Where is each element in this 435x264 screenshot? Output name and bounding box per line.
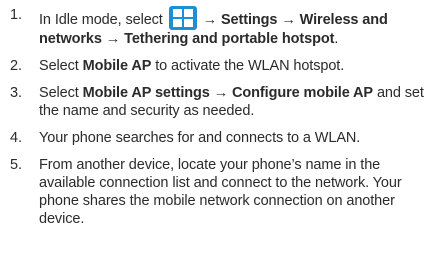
step-text: From another device, locate your phone’s…: [39, 157, 402, 227]
step-5: 5. From another device, locate your phon…: [8, 156, 427, 228]
step-text: Your phone searches for and connects to …: [39, 130, 361, 146]
step-number: 2.: [10, 58, 22, 74]
step-1: 1. In Idle mode, select → Settings → Wir…: [8, 6, 427, 48]
step-3: 3. Select Mobile AP settings → Configure…: [8, 84, 427, 120]
step-text: Select Mobile AP settings → Configure mo…: [39, 85, 424, 119]
step-number: 4.: [10, 130, 22, 146]
step-2: 2. Select Mobile AP to activate the WLAN…: [8, 57, 427, 75]
step-number: 1.: [10, 7, 22, 23]
option-mobile-ap: Mobile AP: [82, 58, 152, 74]
instruction-list: 1. In Idle mode, select → Settings → Wir…: [0, 0, 435, 228]
option-configure-mobile-ap: Configure mobile AP: [232, 85, 373, 101]
step-number: 3.: [10, 85, 22, 101]
menu-path-settings: Settings: [220, 12, 278, 28]
step-4: 4. Your phone searches for and connects …: [8, 129, 427, 147]
step-text: Select Mobile AP to activate the WLAN ho…: [39, 58, 345, 74]
option-mobile-ap-settings: Mobile AP settings: [82, 85, 210, 101]
step-text: In Idle mode, select → Settings → Wirele…: [39, 6, 427, 48]
menu-path-tethering: Tethering and portable hotspot: [124, 31, 335, 47]
apps-grid-icon: [168, 6, 197, 30]
step-number: 5.: [10, 157, 22, 173]
